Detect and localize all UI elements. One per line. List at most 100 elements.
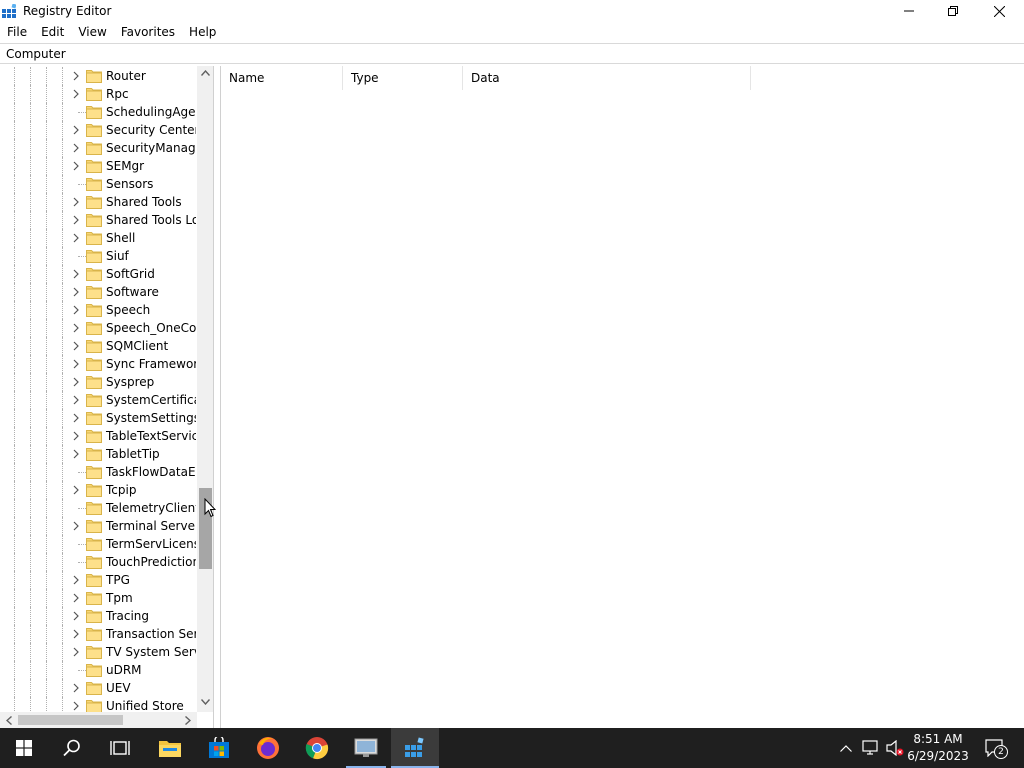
tree-item[interactable]: TableTextService (0, 427, 196, 445)
expand-chevron-icon[interactable] (71, 89, 81, 99)
scroll-up-icon[interactable] (201, 70, 210, 76)
tree-item[interactable]: Rpc (0, 85, 196, 103)
action-center-button[interactable]: 2 (980, 728, 1010, 768)
tree-item[interactable]: Terminal Server C (0, 517, 196, 535)
expand-chevron-icon[interactable] (71, 485, 81, 495)
expand-chevron-icon[interactable] (71, 269, 81, 279)
tree-item[interactable]: SystemSettings (0, 409, 196, 427)
tree-vertical-scrollbar[interactable] (197, 66, 213, 712)
tree-item[interactable]: Sysprep (0, 373, 196, 391)
start-button[interactable] (0, 728, 48, 768)
expand-chevron-icon[interactable] (71, 161, 81, 171)
tree-item[interactable]: SystemCertificate (0, 391, 196, 409)
tree-item[interactable]: SEMgr (0, 157, 196, 175)
expand-chevron-icon[interactable] (71, 593, 81, 603)
restore-button[interactable] (930, 0, 976, 22)
column-header-type[interactable]: Type (343, 66, 463, 90)
search-button[interactable] (48, 728, 96, 768)
tree-item[interactable]: Shared Tools (0, 193, 196, 211)
tree-item[interactable]: Tcpip (0, 481, 196, 499)
title-bar[interactable]: Registry Editor (0, 0, 1024, 22)
task-view-button[interactable] (96, 728, 144, 768)
expand-chevron-icon[interactable] (71, 305, 81, 315)
tree-item[interactable]: TermServLicensin (0, 535, 196, 553)
tree-item[interactable]: TouchPrediction (0, 553, 196, 571)
tree-item[interactable]: TaskFlowDataEng (0, 463, 196, 481)
expand-chevron-icon[interactable] (71, 359, 81, 369)
expand-chevron-icon[interactable] (71, 701, 81, 711)
tree-item[interactable]: SQMClient (0, 337, 196, 355)
expand-chevron-icon[interactable] (71, 395, 81, 405)
tree-item[interactable]: Speech (0, 301, 196, 319)
tree-item[interactable]: Router (0, 67, 196, 85)
expand-chevron-icon[interactable] (71, 629, 81, 639)
tree-item[interactable]: Shell (0, 229, 196, 247)
taskbar-store[interactable] (195, 728, 243, 768)
tree-item[interactable]: Tpm (0, 589, 196, 607)
tree-item[interactable]: Sync Framework (0, 355, 196, 373)
tree-item[interactable]: Shared Tools Loca (0, 211, 196, 229)
expand-chevron-icon[interactable] (71, 683, 81, 693)
tree-item[interactable]: Security Center (0, 121, 196, 139)
expand-chevron-icon[interactable] (71, 215, 81, 225)
tree-item[interactable]: UEV (0, 679, 196, 697)
values-list-pane[interactable]: Name Type Data (220, 66, 1024, 728)
expand-chevron-icon[interactable] (71, 449, 81, 459)
menu-favorites[interactable]: Favorites (114, 22, 182, 42)
taskbar-firefox[interactable] (244, 728, 292, 768)
tree-item[interactable]: Sensors (0, 175, 196, 193)
expand-chevron-icon[interactable] (71, 647, 81, 657)
expand-chevron-icon[interactable] (71, 323, 81, 333)
expand-chevron-icon[interactable] (71, 143, 81, 153)
expand-chevron-icon[interactable] (71, 71, 81, 81)
taskbar-regedit[interactable] (391, 728, 439, 768)
column-header-data[interactable]: Data (463, 66, 751, 90)
tree-item[interactable]: TelemetryClient (0, 499, 196, 517)
close-button[interactable] (976, 0, 1022, 22)
menu-help[interactable]: Help (182, 22, 223, 42)
menu-view[interactable]: View (71, 22, 113, 42)
taskbar-chrome[interactable] (293, 728, 341, 768)
expand-chevron-icon[interactable] (71, 521, 81, 531)
tree-item[interactable]: Siuf (0, 247, 196, 265)
tree-item[interactable]: SoftGrid (0, 265, 196, 283)
expand-chevron-icon[interactable] (71, 197, 81, 207)
tree-item[interactable]: TabletTip (0, 445, 196, 463)
tree-guide-line (46, 247, 47, 265)
scroll-right-icon[interactable] (185, 716, 191, 725)
tree-horizontal-scroll-thumb[interactable] (18, 715, 123, 725)
taskbar-clock[interactable]: 8:51 AM 6/29/2023 (900, 731, 976, 765)
expand-chevron-icon[interactable] (71, 233, 81, 243)
expand-chevron-icon[interactable] (71, 287, 81, 297)
tree-item[interactable]: Speech_OneCore (0, 319, 196, 337)
tree-item[interactable]: Unified Store (0, 697, 196, 712)
minimize-button[interactable] (886, 0, 932, 22)
tree-item[interactable]: uDRM (0, 661, 196, 679)
expand-chevron-icon[interactable] (71, 125, 81, 135)
expand-chevron-icon[interactable] (71, 611, 81, 621)
tree-item[interactable]: SchedulingAgent (0, 103, 196, 121)
tree-item[interactable]: Software (0, 283, 196, 301)
tree-item[interactable]: Transaction Serve (0, 625, 196, 643)
expand-chevron-icon[interactable] (71, 575, 81, 585)
expand-chevron-icon[interactable] (71, 377, 81, 387)
network-tray-button[interactable] (860, 728, 882, 768)
tree-item[interactable]: SecurityManager (0, 139, 196, 157)
expand-chevron-icon[interactable] (71, 431, 81, 441)
scroll-left-icon[interactable] (6, 716, 12, 725)
scroll-down-icon[interactable] (201, 699, 210, 705)
tree-item[interactable]: Tracing (0, 607, 196, 625)
tree-item[interactable]: TPG (0, 571, 196, 589)
tree-horizontal-scrollbar[interactable] (0, 712, 197, 728)
expand-chevron-icon[interactable] (71, 341, 81, 351)
column-header-name[interactable]: Name (221, 66, 343, 90)
tree-item[interactable]: TV System Service (0, 643, 196, 661)
address-input[interactable] (6, 47, 906, 61)
menu-edit[interactable]: Edit (34, 22, 71, 42)
expand-chevron-icon[interactable] (71, 413, 81, 423)
taskbar-remote-desktop[interactable] (342, 728, 390, 768)
tree-item-label: SchedulingAgent (106, 105, 196, 119)
menu-file[interactable]: File (0, 22, 34, 42)
taskbar-file-explorer[interactable] (146, 728, 194, 768)
show-hidden-icons-button[interactable] (836, 728, 856, 768)
